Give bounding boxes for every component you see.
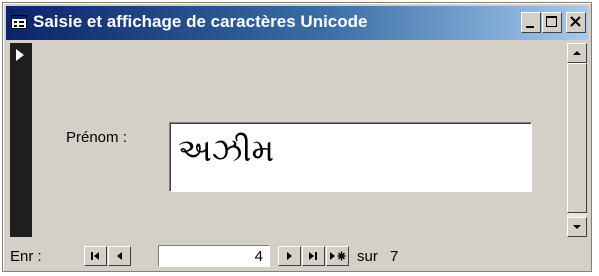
scroll-down-button[interactable] <box>567 217 587 237</box>
first-record-button[interactable] <box>84 246 107 266</box>
minimize-button[interactable] <box>521 12 541 33</box>
maximize-button[interactable] <box>542 12 562 33</box>
scroll-down-arrow-icon <box>573 225 581 229</box>
vertical-scrollbar[interactable] <box>567 43 587 237</box>
previous-record-button[interactable] <box>108 246 131 266</box>
next-record-icon <box>287 252 292 260</box>
last-record-button[interactable] <box>302 246 325 266</box>
record-label: Enr : <box>10 248 42 265</box>
next-record-button[interactable] <box>278 246 301 266</box>
new-record-icon <box>330 251 346 261</box>
prenom-field[interactable]: અઝીમ <box>169 122 532 192</box>
total-records: 7 <box>390 248 399 265</box>
form-icon[interactable] <box>11 14 27 30</box>
scroll-thumb[interactable] <box>567 63 587 213</box>
minimize-icon <box>526 26 534 28</box>
form-window: Saisie et affichage de caractères Unicod… <box>2 2 592 272</box>
previous-record-icon <box>117 252 122 260</box>
maximize-icon <box>546 16 557 27</box>
prenom-value: અઝીમ <box>178 131 275 169</box>
current-record-input[interactable] <box>158 245 270 267</box>
record-selector[interactable] <box>10 43 32 237</box>
close-button[interactable] <box>566 12 586 33</box>
prenom-label: Prénom : <box>66 129 127 146</box>
current-record-arrow-icon <box>16 49 24 61</box>
last-record-icon <box>309 252 317 260</box>
of-label: sur <box>357 248 378 265</box>
scroll-up-arrow-icon <box>573 51 581 55</box>
title-bar[interactable]: Saisie et affichage de caractères Unicod… <box>6 6 588 40</box>
close-icon <box>570 16 581 27</box>
record-navigation-bar: Enr : 4 sur 7 <box>6 240 588 270</box>
current-record-field[interactable] <box>159 246 269 266</box>
scroll-up-button[interactable] <box>567 43 587 63</box>
window-title: Saisie et affichage de caractères Unicod… <box>33 12 368 31</box>
new-record-button[interactable] <box>326 246 349 266</box>
first-record-icon <box>91 252 99 260</box>
